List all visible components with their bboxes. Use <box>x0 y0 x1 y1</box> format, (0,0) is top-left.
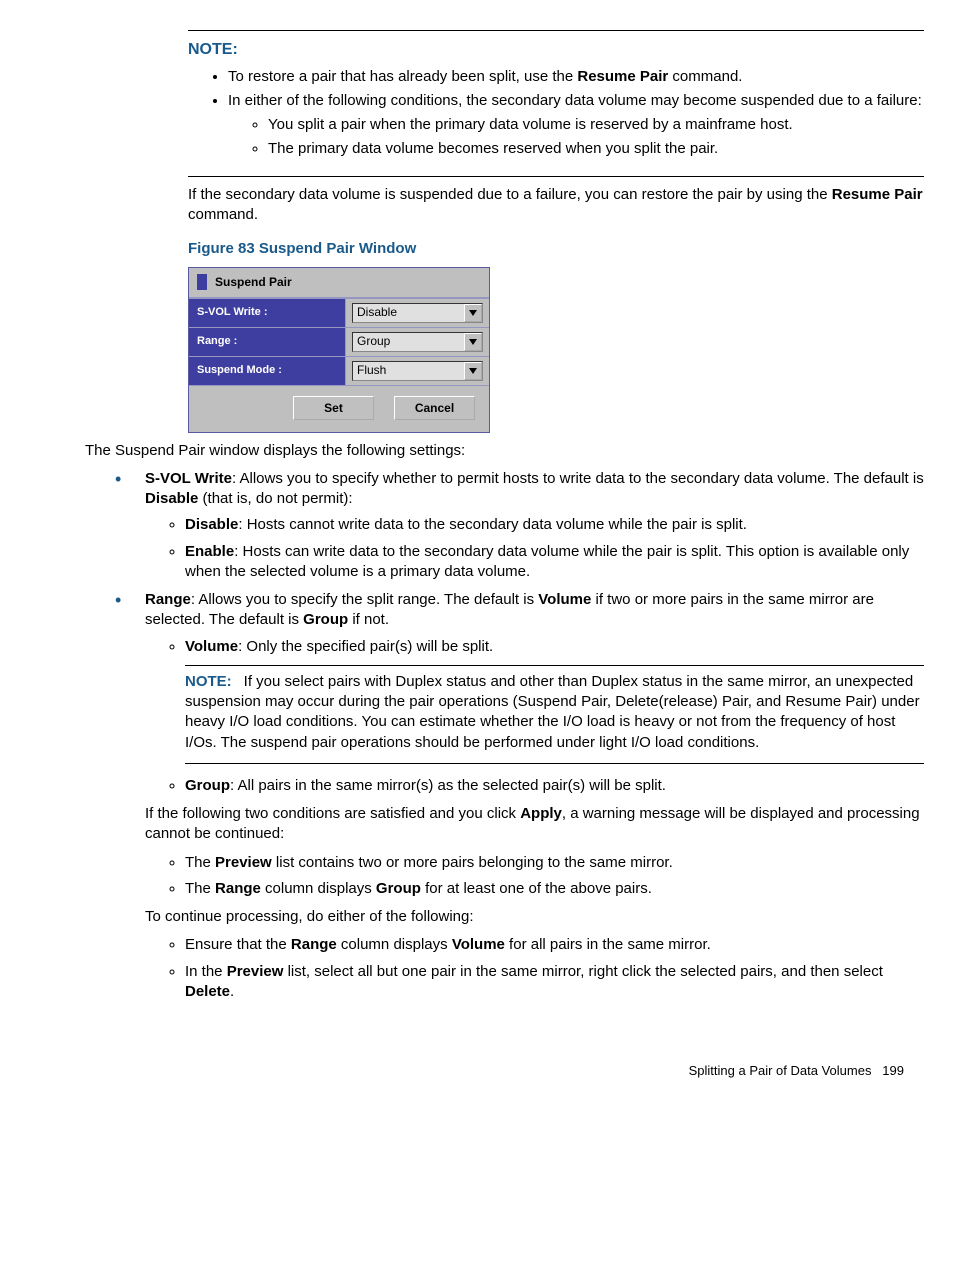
condition-2: The Range column displays Group for at l… <box>185 879 924 899</box>
note-bullets: To restore a pair that has already been … <box>188 67 924 160</box>
settings-list: S-VOL Write: Allows you to specify wheth… <box>115 469 924 1002</box>
window-title: Suspend Pair <box>215 274 292 290</box>
continue-1: Ensure that the Range column displays Vo… <box>185 935 924 955</box>
page-footer: Splitting a Pair of Data Volumes 199 <box>30 1062 924 1080</box>
inner-note-box: NOTE:If you select pairs with Duplex sta… <box>185 665 924 764</box>
button-row: Set Cancel <box>189 385 489 432</box>
suspend-mode-value: Flush <box>357 362 386 378</box>
note-bullet-2: In either of the following conditions, t… <box>228 91 924 160</box>
note-sub-bullets: You split a pair when the primary data v… <box>228 115 924 160</box>
continue-2: In the Preview list, select all but one … <box>185 962 924 1003</box>
note-sub-1: You split a pair when the primary data v… <box>268 115 924 135</box>
svol-write-value: Disable <box>357 304 397 320</box>
inner-note-text: If you select pairs with Duplex status a… <box>185 673 920 751</box>
figure-caption: Figure 83 Suspend Pair Window <box>188 239 924 259</box>
settings-intro: The Suspend Pair window displays the fol… <box>85 441 924 461</box>
range-label: Range : <box>189 327 346 356</box>
svol-enable: Enable: Hosts can write data to the seco… <box>185 542 924 583</box>
chevron-down-icon <box>469 310 477 316</box>
suspend-mode-select[interactable]: Flush <box>352 361 483 381</box>
dropdown-button[interactable] <box>464 333 482 351</box>
svol-write-label: S-VOL Write : <box>189 298 346 327</box>
chevron-down-icon <box>469 368 477 374</box>
note-bullet-1: To restore a pair that has already been … <box>228 67 924 87</box>
suspend-mode-label: Suspend Mode : <box>189 356 346 385</box>
note-sub-2: The primary data volume becomes reserved… <box>268 139 924 159</box>
range-sublist-1: Volume: Only the specified pair(s) will … <box>145 637 924 797</box>
condition-intro: If the following two conditions are sati… <box>145 804 924 845</box>
setting-svol: S-VOL Write: Allows you to specify wheth… <box>115 469 924 582</box>
after-note-para: If the secondary data volume is suspende… <box>188 185 924 226</box>
range-value: Group <box>357 333 390 349</box>
dropdown-button[interactable] <box>464 304 482 322</box>
title-square-icon <box>197 274 207 290</box>
range-group: Group: All pairs in the same mirror(s) a… <box>185 776 924 796</box>
row-suspend-mode: Suspend Mode : Flush <box>189 356 489 385</box>
cancel-button[interactable]: Cancel <box>394 396 475 420</box>
chevron-down-icon <box>469 339 477 345</box>
range-select[interactable]: Group <box>352 332 483 352</box>
setting-range: Range: Allows you to specify the split r… <box>115 590 924 1002</box>
inner-note-label: NOTE: <box>185 673 232 690</box>
footer-section: Splitting a Pair of Data Volumes <box>689 1063 872 1078</box>
row-range: Range : Group <box>189 327 489 356</box>
svol-sublist: Disable: Hosts cannot write data to the … <box>145 515 924 582</box>
dropdown-button[interactable] <box>464 362 482 380</box>
condition-list: The Preview list contains two or more pa… <box>145 853 924 900</box>
continue-intro: To continue processing, do either of the… <box>145 907 924 927</box>
set-button[interactable]: Set <box>293 396 374 420</box>
continue-list: Ensure that the Range column displays Vo… <box>145 935 924 1002</box>
row-svol-write: S-VOL Write : Disable <box>189 298 489 327</box>
condition-1: The Preview list contains two or more pa… <box>185 853 924 873</box>
note-box-top: NOTE: To restore a pair that has already… <box>188 30 924 177</box>
svol-write-select[interactable]: Disable <box>352 303 483 323</box>
svol-disable: Disable: Hosts cannot write data to the … <box>185 515 924 535</box>
range-volume: Volume: Only the specified pair(s) will … <box>185 637 924 764</box>
note-heading: NOTE: <box>188 39 924 61</box>
suspend-pair-window: Suspend Pair S-VOL Write : Disable Range… <box>188 267 490 432</box>
footer-page-number: 199 <box>882 1063 904 1078</box>
window-titlebar: Suspend Pair <box>189 268 489 297</box>
